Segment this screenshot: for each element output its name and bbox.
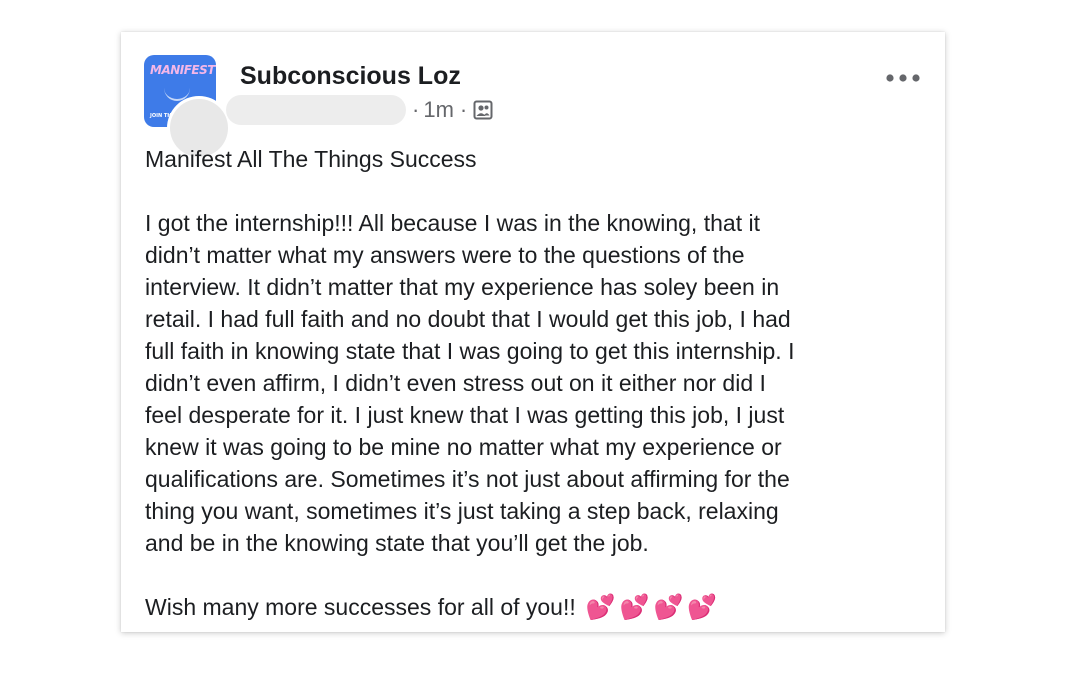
- post-body-line: retail. I had full faith and no doubt th…: [145, 306, 791, 332]
- author-name[interactable]: Subconscious Loz: [240, 62, 461, 91]
- two-hearts-emoji-icon: 💕💕💕💕: [585, 593, 722, 621]
- post-closing-line: Wish many more successes for all of you!…: [145, 591, 721, 623]
- post-body-line: full faith in knowing state that I was g…: [145, 338, 795, 364]
- more-options-icon: [886, 69, 920, 87]
- post-meta: · 1m ·: [226, 94, 493, 126]
- post-body: I got the internship!!! All because I wa…: [145, 207, 935, 559]
- members-audience-icon[interactable]: [473, 100, 493, 120]
- group-logo-mark: [164, 85, 190, 101]
- redacted-name: [226, 95, 406, 125]
- more-options-button[interactable]: [883, 68, 923, 88]
- avatar-group[interactable]: MANIFEST JOIN THE S: [144, 55, 228, 157]
- post-body-line: and be in the knowing state that you’ll …: [145, 530, 649, 556]
- post-body-line: thing you want, sometimes it’s just taki…: [145, 498, 779, 524]
- post-body-line: knew it was going to be mine no matter w…: [145, 434, 782, 460]
- post-body-line: qualifications are. Sometimes it’s not j…: [145, 466, 790, 492]
- post-body-line: I got the internship!!! All because I wa…: [145, 210, 760, 236]
- post-body-line: didn’t even affirm, I didn’t even stress…: [145, 370, 766, 396]
- closing-text: Wish many more successes for all of you!…: [145, 594, 576, 620]
- post-timestamp[interactable]: 1m: [423, 97, 454, 123]
- meta-separator: ·: [459, 97, 468, 122]
- post-body-line: interview. It didn’t matter that my expe…: [145, 274, 780, 300]
- post-title: Manifest All The Things Success: [145, 146, 477, 172]
- post-card: MANIFEST JOIN THE S Subconscious Loz · 1…: [121, 32, 945, 632]
- meta-separator: ·: [412, 97, 420, 122]
- group-logo-text: MANIFEST: [150, 63, 215, 77]
- post-body-line: feel desperate for it. I just knew that …: [145, 402, 785, 428]
- post-body-line: didn’t matter what my answers were to th…: [145, 242, 745, 268]
